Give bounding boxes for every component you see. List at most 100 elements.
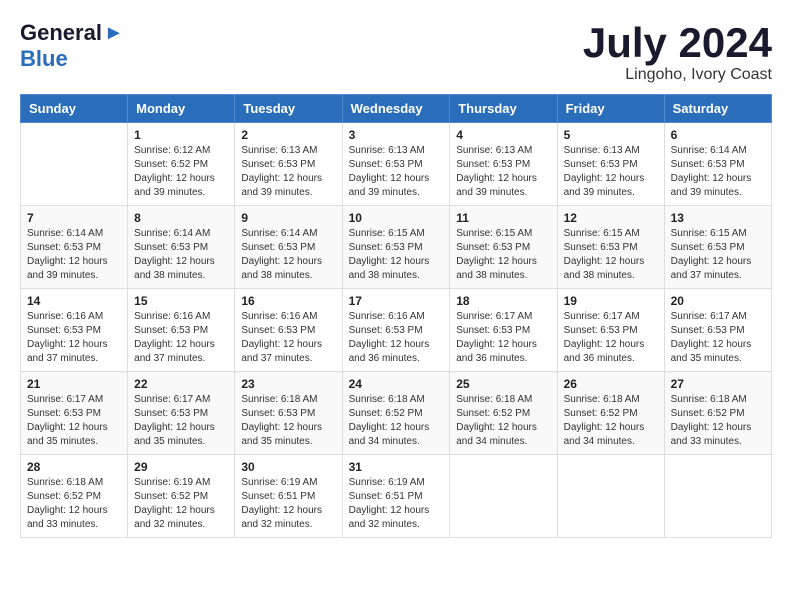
day-info: Sunrise: 6:14 AM Sunset: 6:53 PM Dayligh… — [241, 227, 335, 283]
location-subtitle: Lingoho, Ivory Coast — [583, 66, 772, 84]
calendar-cell: 13 Sunrise: 6:15 AM Sunset: 6:53 PM Dayli… — [664, 206, 771, 289]
calendar-cell: 30 Sunrise: 6:19 AM Sunset: 6:51 PM Dayli… — [235, 455, 342, 538]
calendar-week-row: 28 Sunrise: 6:18 AM Sunset: 6:52 PM Dayli… — [21, 455, 772, 538]
page-header: General ► Blue July 2024 Lingoho, Ivory … — [20, 20, 772, 84]
calendar-week-row: 7 Sunrise: 6:14 AM Sunset: 6:53 PM Daylig… — [21, 206, 772, 289]
logo: General ► Blue — [20, 20, 124, 72]
day-number: 7 — [27, 211, 121, 225]
calendar-cell: 28 Sunrise: 6:18 AM Sunset: 6:52 PM Dayli… — [21, 455, 128, 538]
calendar-cell: 24 Sunrise: 6:18 AM Sunset: 6:52 PM Dayli… — [342, 372, 450, 455]
calendar-cell: 10 Sunrise: 6:15 AM Sunset: 6:53 PM Dayli… — [342, 206, 450, 289]
calendar-cell: 5Sunrise: 6:13 AM Sunset: 6:53 PM Daylig… — [557, 123, 664, 206]
day-info: Sunrise: 6:15 AM Sunset: 6:53 PM Dayligh… — [564, 227, 658, 283]
day-info: Sunrise: 6:18 AM Sunset: 6:52 PM Dayligh… — [671, 393, 765, 449]
day-info: Sunrise: 6:13 AM Sunset: 6:53 PM Dayligh… — [456, 144, 550, 200]
weekday-header-row: SundayMondayTuesdayWednesdayThursdayFrid… — [21, 95, 772, 123]
calendar-cell — [557, 455, 664, 538]
day-number: 13 — [671, 211, 765, 225]
logo-blue-text: Blue — [20, 46, 68, 72]
day-number: 30 — [241, 460, 335, 474]
calendar-week-row: 14 Sunrise: 6:16 AM Sunset: 6:53 PM Dayli… — [21, 289, 772, 372]
day-number: 9 — [241, 211, 335, 225]
day-number: 26 — [564, 377, 658, 391]
weekday-header-sunday: Sunday — [21, 95, 128, 123]
calendar-cell: 14Sunrise: 6:16 AM Sunset: 6:53 PM Dayli… — [21, 289, 128, 372]
calendar-cell: 31 Sunrise: 6:19 AM Sunset: 6:51 PM Dayli… — [342, 455, 450, 538]
day-info: Sunrise: 6:17 AM Sunset: 6:53 PM Dayligh… — [564, 310, 658, 366]
day-info: Sunrise: 6:15 AM Sunset: 6:53 PM Dayligh… — [456, 227, 550, 283]
day-number: 31 — [349, 460, 444, 474]
calendar-week-row: 1 Sunrise: 6:12 AM Sunset: 6:52 PM Daylig… — [21, 123, 772, 206]
day-number: 4 — [456, 128, 550, 142]
day-info: Sunrise: 6:16 AM Sunset: 6:53 PM Dayligh… — [134, 310, 228, 366]
day-info: Sunrise: 6:19 AM Sunset: 6:51 PM Dayligh… — [349, 476, 444, 532]
day-info: Sunrise: 6:13 AM Sunset: 6:53 PM Dayligh… — [241, 144, 335, 200]
calendar-cell: 16 Sunrise: 6:16 AM Sunset: 6:53 PM Dayli… — [235, 289, 342, 372]
day-info: Sunrise: 6:17 AM Sunset: 6:53 PM Dayligh… — [671, 310, 765, 366]
day-info: Sunrise: 6:14 AM Sunset: 6:53 PM Dayligh… — [27, 227, 121, 283]
calendar-cell: 3 Sunrise: 6:13 AM Sunset: 6:53 PM Daylig… — [342, 123, 450, 206]
calendar-cell: 11Sunrise: 6:15 AM Sunset: 6:53 PM Dayli… — [450, 206, 557, 289]
weekday-header-wednesday: Wednesday — [342, 95, 450, 123]
day-number: 22 — [134, 377, 228, 391]
day-info: Sunrise: 6:13 AM Sunset: 6:53 PM Dayligh… — [349, 144, 444, 200]
day-number: 24 — [349, 377, 444, 391]
day-info: Sunrise: 6:16 AM Sunset: 6:53 PM Dayligh… — [349, 310, 444, 366]
day-number: 2 — [241, 128, 335, 142]
day-info: Sunrise: 6:14 AM Sunset: 6:53 PM Dayligh… — [671, 144, 765, 200]
day-number: 1 — [134, 128, 228, 142]
day-number: 20 — [671, 294, 765, 308]
calendar-cell: 8 Sunrise: 6:14 AM Sunset: 6:53 PM Daylig… — [128, 206, 235, 289]
day-info: Sunrise: 6:18 AM Sunset: 6:52 PM Dayligh… — [456, 393, 550, 449]
day-number: 27 — [671, 377, 765, 391]
calendar-cell — [664, 455, 771, 538]
weekday-header-tuesday: Tuesday — [235, 95, 342, 123]
day-info: Sunrise: 6:18 AM Sunset: 6:52 PM Dayligh… — [27, 476, 121, 532]
day-info: Sunrise: 6:12 AM Sunset: 6:52 PM Dayligh… — [134, 144, 228, 200]
day-number: 23 — [241, 377, 335, 391]
day-number: 8 — [134, 211, 228, 225]
day-number: 15 — [134, 294, 228, 308]
day-number: 3 — [349, 128, 444, 142]
calendar-cell — [450, 455, 557, 538]
calendar-cell: 6 Sunrise: 6:14 AM Sunset: 6:53 PM Daylig… — [664, 123, 771, 206]
calendar-table: SundayMondayTuesdayWednesdayThursdayFrid… — [20, 94, 772, 538]
day-info: Sunrise: 6:16 AM Sunset: 6:53 PM Dayligh… — [241, 310, 335, 366]
day-info: Sunrise: 6:17 AM Sunset: 6:53 PM Dayligh… — [27, 393, 121, 449]
day-number: 16 — [241, 294, 335, 308]
day-number: 28 — [27, 460, 121, 474]
month-title: July 2024 — [583, 20, 772, 66]
day-info: Sunrise: 6:15 AM Sunset: 6:53 PM Dayligh… — [671, 227, 765, 283]
calendar-week-row: 21 Sunrise: 6:17 AM Sunset: 6:53 PM Dayli… — [21, 372, 772, 455]
calendar-cell: 17 Sunrise: 6:16 AM Sunset: 6:53 PM Dayli… — [342, 289, 450, 372]
logo-bird-icon: ► — [104, 22, 124, 45]
weekday-header-monday: Monday — [128, 95, 235, 123]
day-info: Sunrise: 6:15 AM Sunset: 6:53 PM Dayligh… — [349, 227, 444, 283]
day-number: 10 — [349, 211, 444, 225]
day-number: 25 — [456, 377, 550, 391]
calendar-cell: 20 Sunrise: 6:17 AM Sunset: 6:53 PM Dayli… — [664, 289, 771, 372]
calendar-cell: 27 Sunrise: 6:18 AM Sunset: 6:52 PM Dayli… — [664, 372, 771, 455]
day-number: 18 — [456, 294, 550, 308]
day-info: Sunrise: 6:17 AM Sunset: 6:53 PM Dayligh… — [456, 310, 550, 366]
day-info: Sunrise: 6:18 AM Sunset: 6:53 PM Dayligh… — [241, 393, 335, 449]
day-number: 14 — [27, 294, 121, 308]
day-number: 17 — [349, 294, 444, 308]
day-number: 21 — [27, 377, 121, 391]
calendar-cell: 22 Sunrise: 6:17 AM Sunset: 6:53 PM Dayli… — [128, 372, 235, 455]
calendar-cell: 15 Sunrise: 6:16 AM Sunset: 6:53 PM Dayli… — [128, 289, 235, 372]
day-number: 29 — [134, 460, 228, 474]
day-info: Sunrise: 6:18 AM Sunset: 6:52 PM Dayligh… — [349, 393, 444, 449]
day-number: 19 — [564, 294, 658, 308]
logo-general-text: General — [20, 20, 102, 46]
calendar-cell: 9 Sunrise: 6:14 AM Sunset: 6:53 PM Daylig… — [235, 206, 342, 289]
day-info: Sunrise: 6:14 AM Sunset: 6:53 PM Dayligh… — [134, 227, 228, 283]
calendar-cell: 2 Sunrise: 6:13 AM Sunset: 6:53 PM Daylig… — [235, 123, 342, 206]
calendar-cell: 19 Sunrise: 6:17 AM Sunset: 6:53 PM Dayli… — [557, 289, 664, 372]
calendar-cell: 29Sunrise: 6:19 AM Sunset: 6:52 PM Dayli… — [128, 455, 235, 538]
day-info: Sunrise: 6:18 AM Sunset: 6:52 PM Dayligh… — [564, 393, 658, 449]
calendar-cell: 12Sunrise: 6:15 AM Sunset: 6:53 PM Dayli… — [557, 206, 664, 289]
day-info: Sunrise: 6:19 AM Sunset: 6:51 PM Dayligh… — [241, 476, 335, 532]
day-number: 6 — [671, 128, 765, 142]
day-info: Sunrise: 6:17 AM Sunset: 6:53 PM Dayligh… — [134, 393, 228, 449]
